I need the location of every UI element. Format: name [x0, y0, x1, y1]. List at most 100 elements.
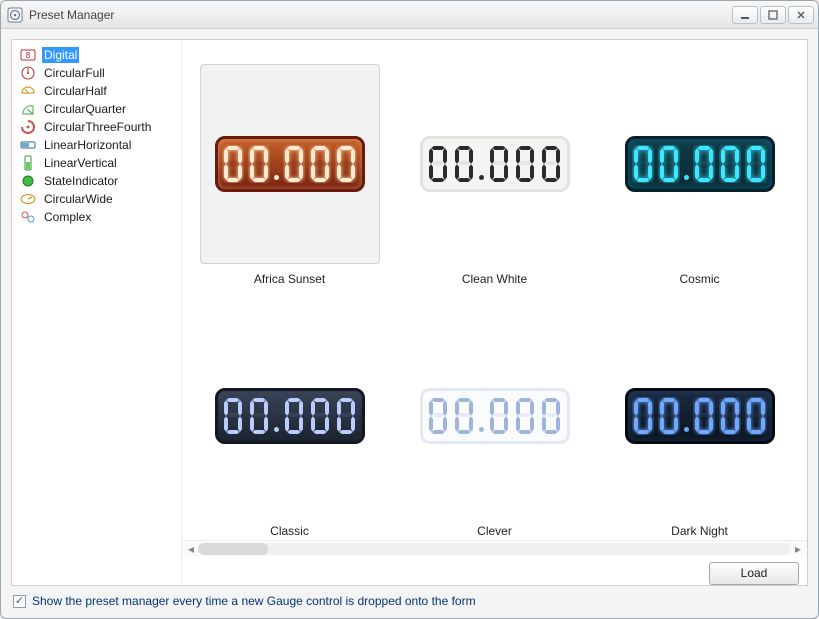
circ-quarter-icon — [20, 101, 36, 117]
preset-caption: Clean White — [462, 272, 527, 286]
sidebar-item-circularhalf[interactable]: CircularHalf — [16, 82, 177, 100]
preset-cell[interactable]: Africa Sunset — [192, 64, 387, 286]
preset-thumb[interactable] — [200, 64, 380, 264]
decimal-dot — [274, 427, 279, 432]
window-title: Preset Manager — [29, 8, 732, 22]
gallery-hscrollbar[interactable]: ◂ ▸ — [182, 540, 807, 556]
sidebar-item-circularquarter[interactable]: CircularQuarter — [16, 100, 177, 118]
digit-zero — [283, 145, 305, 183]
preset-thumb[interactable] — [610, 316, 790, 516]
close-button[interactable] — [788, 6, 814, 24]
svg-text:8: 8 — [26, 51, 31, 60]
scroll-right-icon[interactable]: ▸ — [791, 542, 805, 556]
digit-zero — [427, 397, 449, 435]
sidebar-item-label: LinearHorizontal — [42, 137, 133, 153]
digit-zero — [283, 397, 305, 435]
digit-zero — [514, 397, 536, 435]
sidebar-item-label: StateIndicator — [42, 173, 120, 189]
sidebar-item-linearhorizontal[interactable]: LinearHorizontal — [16, 136, 177, 154]
decimal-dot — [479, 175, 484, 180]
preset-cell[interactable]: Cosmic — [602, 64, 797, 286]
preset-caption: Cosmic — [679, 272, 719, 286]
digit-zero — [693, 397, 715, 435]
preset-thumb[interactable] — [610, 64, 790, 264]
sidebar-item-label: Complex — [42, 209, 93, 225]
sidebar-item-label: CircularThreeFourth — [42, 119, 153, 135]
app-icon — [7, 7, 23, 23]
digit-zero — [427, 145, 449, 183]
show-on-drop-checkbox[interactable] — [13, 595, 26, 608]
digit-zero — [453, 397, 475, 435]
circ-threefourth-icon — [20, 119, 36, 135]
preset-caption: Africa Sunset — [254, 272, 325, 286]
circ-wide-icon — [20, 191, 36, 207]
digit-zero — [335, 397, 357, 435]
digit-zero — [540, 145, 562, 183]
scroll-track[interactable] — [198, 543, 791, 555]
sidebar-item-label: CircularFull — [42, 65, 107, 81]
decimal-dot — [684, 427, 689, 432]
preset-thumb[interactable] — [200, 316, 380, 516]
sidebar-item-circularwide[interactable]: CircularWide — [16, 190, 177, 208]
decimal-dot — [479, 427, 484, 432]
state-icon — [20, 173, 36, 189]
gallery-panel: Africa Sunset — [182, 40, 807, 585]
digit-zero — [248, 145, 270, 183]
sidebar-item-label: LinearVertical — [42, 155, 119, 171]
preset-thumb[interactable] — [405, 64, 585, 264]
footer-row: Show the preset manager every time a new… — [11, 594, 808, 610]
preset-thumb[interactable] — [405, 316, 585, 516]
digit-zero — [514, 145, 536, 183]
sidebar-item-digital[interactable]: 8 Digital — [16, 46, 177, 64]
digit-zero — [222, 145, 244, 183]
digit-zero — [632, 145, 654, 183]
load-button[interactable]: Load — [709, 562, 799, 585]
sidebar-item-label: Digital — [42, 47, 79, 63]
digit-zero — [719, 397, 741, 435]
preset-cell[interactable]: Clever — [397, 316, 592, 538]
sidebar-item-circularthreefourth[interactable]: CircularThreeFourth — [16, 118, 177, 136]
sidebar-item-label: CircularHalf — [42, 83, 109, 99]
preset-cell[interactable]: Classic — [192, 316, 387, 538]
show-on-drop-label: Show the preset manager every time a new… — [32, 594, 476, 608]
circ-full-icon — [20, 65, 36, 81]
linear-h-icon — [20, 137, 36, 153]
digit-zero — [453, 145, 475, 183]
gallery-scroll-area: Africa Sunset — [182, 40, 807, 540]
category-sidebar: 8 Digital CircularFull CircularHalf Circular… — [12, 40, 182, 585]
digit-zero — [745, 145, 767, 183]
preset-manager-window: Preset Manager 8 Digital CircularFull Circu… — [0, 0, 819, 619]
digital-icon: 8 — [20, 47, 36, 63]
digit-zero — [745, 397, 767, 435]
client-area: 8 Digital CircularFull CircularHalf Circular… — [1, 29, 818, 618]
decimal-dot — [274, 175, 279, 180]
main-pane: 8 Digital CircularFull CircularHalf Circular… — [11, 39, 808, 586]
circ-half-icon — [20, 83, 36, 99]
digit-zero — [222, 397, 244, 435]
minimize-button[interactable] — [732, 6, 758, 24]
digit-zero — [719, 145, 741, 183]
scroll-left-icon[interactable]: ◂ — [184, 542, 198, 556]
digit-zero — [632, 397, 654, 435]
linear-v-icon — [20, 155, 36, 171]
sidebar-item-circularfull[interactable]: CircularFull — [16, 64, 177, 82]
sidebar-item-label: CircularQuarter — [42, 101, 128, 117]
button-row: Load — [182, 556, 807, 585]
sidebar-item-complex[interactable]: Complex — [16, 208, 177, 226]
preset-cell[interactable]: Dark Night — [602, 316, 797, 538]
digital-gauge-preview — [625, 388, 775, 444]
digital-gauge-preview — [625, 136, 775, 192]
preset-caption: Dark Night — [671, 524, 728, 538]
maximize-button[interactable] — [760, 6, 786, 24]
scroll-thumb[interactable] — [198, 543, 268, 555]
preset-cell[interactable]: Clean White — [397, 64, 592, 286]
digital-gauge-preview — [215, 388, 365, 444]
titlebar: Preset Manager — [1, 1, 818, 29]
sidebar-item-stateindicator[interactable]: StateIndicator — [16, 172, 177, 190]
sidebar-item-linearvertical[interactable]: LinearVertical — [16, 154, 177, 172]
complex-icon — [20, 209, 36, 225]
digit-zero — [309, 145, 331, 183]
digital-gauge-preview — [420, 388, 570, 444]
digit-zero — [488, 397, 510, 435]
digit-zero — [540, 397, 562, 435]
